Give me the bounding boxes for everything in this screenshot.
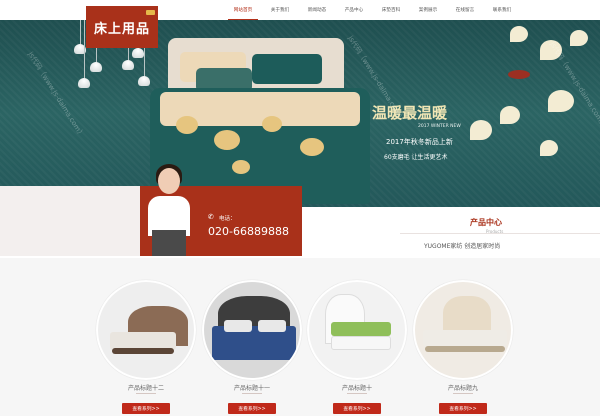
flower-pattern xyxy=(214,130,240,150)
banner-line1: 2017年秋冬新品上新 xyxy=(386,138,453,146)
main-nav: 网站首页 关于我们 新闻动态 产品中心 床垫百科 案例展示 在线留言 联系我们 xyxy=(228,0,524,20)
product-image[interactable] xyxy=(96,280,196,380)
divider xyxy=(400,233,600,234)
nav-item-products[interactable]: 产品中心 xyxy=(339,0,369,20)
divider xyxy=(347,393,367,394)
product-image[interactable] xyxy=(307,280,407,380)
banner-title: 温暖最温暖 xyxy=(372,104,448,122)
product-card[interactable]: 产品标题十 查看系列>> xyxy=(307,280,407,416)
view-series-button[interactable]: 查看系列>> xyxy=(333,403,381,414)
nav-item-cases[interactable]: 案例展示 xyxy=(413,0,443,20)
blossom-icon xyxy=(540,140,558,156)
pillow xyxy=(258,320,286,332)
product-title[interactable]: 产品标题十二 xyxy=(96,383,196,392)
flower-pattern xyxy=(300,138,324,156)
view-series-button[interactable]: 查看系列>> xyxy=(439,403,487,414)
flower-pattern xyxy=(176,116,198,134)
blossom-icon xyxy=(510,26,528,42)
pendant-lamp-icon xyxy=(90,62,102,72)
pendant-lamp-icon xyxy=(78,78,90,88)
nav-item-wiki[interactable]: 床垫百科 xyxy=(376,0,406,20)
blossom-icon xyxy=(470,120,492,140)
mattress-green xyxy=(331,322,391,336)
mattress xyxy=(423,330,507,346)
nav-item-contact[interactable]: 联系我们 xyxy=(487,0,517,20)
product-card[interactable]: 产品标题十二 查看系列>> xyxy=(96,280,196,416)
contact-strip-left xyxy=(0,186,140,256)
banner-tagline: 温暖最温暖 2017 WINTER NEW 2017年秋冬新品上新 60支磨毛 … xyxy=(332,80,482,168)
product-center-title: 产品中心 xyxy=(470,218,502,227)
nav-item-home[interactable]: 网站首页 xyxy=(228,0,258,20)
product-title[interactable]: 产品标题九 xyxy=(413,383,513,392)
divider xyxy=(453,393,473,394)
bed-base xyxy=(425,346,505,352)
flower-pattern xyxy=(262,116,282,132)
divider xyxy=(136,393,156,394)
product-image[interactable] xyxy=(202,280,302,380)
hero-banner[interactable]: 温暖最温暖 2017 WINTER NEW 2017年秋冬新品上新 60支磨毛 … xyxy=(0,20,600,207)
pillow xyxy=(224,320,252,332)
product-card[interactable]: 产品标题十一 查看系列>> xyxy=(202,280,302,416)
customer-service-agent xyxy=(144,160,196,256)
agent-head xyxy=(158,168,180,194)
logo-tag-icon xyxy=(146,10,155,15)
view-series-button[interactable]: 查看系列>> xyxy=(228,403,276,414)
divider xyxy=(242,393,262,394)
flower-pattern xyxy=(232,160,250,174)
bed-base xyxy=(112,348,174,354)
product-title[interactable]: 产品标题十一 xyxy=(202,383,302,392)
bird-icon xyxy=(508,70,530,79)
agent-skirt xyxy=(152,230,186,256)
banner-subtitle-en: 2017 WINTER NEW xyxy=(418,124,461,129)
site-logo[interactable]: 床上用品 xyxy=(86,6,158,48)
blossom-icon xyxy=(500,106,520,124)
product-card[interactable]: 产品标题九 查看系列>> xyxy=(413,280,513,416)
logo-text: 床上用品 xyxy=(93,21,150,37)
page: 温暖最温暖 2017 WINTER NEW 2017年秋冬新品上新 60支磨毛 … xyxy=(0,0,600,416)
pendant-lamp-icon xyxy=(132,48,144,58)
pillow xyxy=(252,54,322,84)
phone-label: 电话： xyxy=(219,216,236,222)
phone-icon: ✆ xyxy=(208,213,214,221)
product-title[interactable]: 产品标题十 xyxy=(307,383,407,392)
product-center-slogan: YUGOME家纺 创造居家时尚 xyxy=(424,243,501,250)
blossom-icon xyxy=(570,30,588,46)
blossom-icon xyxy=(548,90,574,112)
pendant-lamp-icon xyxy=(122,60,134,70)
bed-base xyxy=(331,336,391,350)
nav-item-about[interactable]: 关于我们 xyxy=(265,0,295,20)
product-list: 产品标题十二 查看系列>> 产品标题十一 查看系列>> 产品标题十 查看系列>>… xyxy=(0,258,600,416)
pendant-lamp-icon xyxy=(138,76,150,86)
nav-item-message[interactable]: 在线留言 xyxy=(450,0,480,20)
lamp-cord xyxy=(84,20,85,80)
product-image[interactable] xyxy=(413,280,513,380)
view-series-button[interactable]: 查看系列>> xyxy=(122,403,170,414)
phone-number[interactable]: 020-66889888 xyxy=(208,225,289,238)
banner-line2: 60支磨毛 让生活更艺术 xyxy=(384,154,448,161)
nav-item-news[interactable]: 新闻动态 xyxy=(302,0,332,20)
